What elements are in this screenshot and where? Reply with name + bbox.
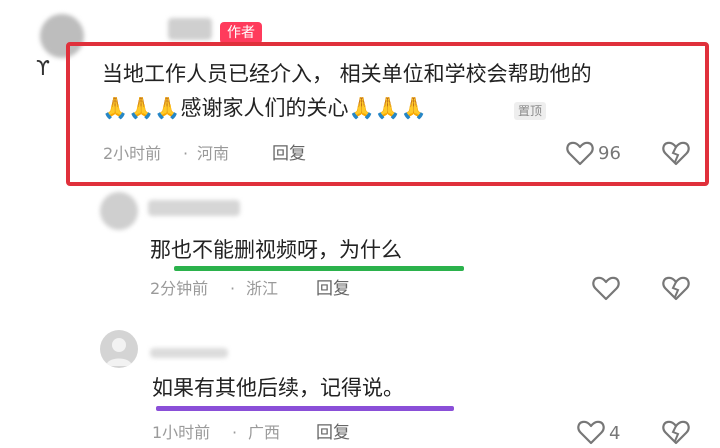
comment-text: 如果有其他后续，记得说。 [152, 376, 404, 400]
green-underline [174, 266, 464, 271]
meta-separator: · [230, 279, 236, 298]
like-count: 96 [598, 143, 621, 164]
comment-time: 2小时前 [103, 144, 162, 163]
reply-button[interactable]: 回复 [316, 278, 350, 300]
comment-location: 河南 [197, 144, 230, 163]
heart-icon[interactable] [577, 419, 605, 445]
avatar[interactable] [100, 192, 138, 230]
comment-time: 2分钟前 [150, 279, 209, 298]
scribble-mark: ϒ [36, 56, 50, 80]
pinned-badge: 置顶 [514, 102, 547, 120]
dislike-icon[interactable] [662, 275, 690, 301]
heart-icon[interactable] [592, 275, 620, 301]
heart-icon[interactable] [566, 140, 594, 166]
comment-text: 那也不能删视频呀，为什么 [150, 238, 402, 262]
comment-text-line2: 🙏🙏🙏感谢家人们的关心🙏🙏🙏 [102, 92, 427, 124]
reply-button[interactable]: 回复 [316, 422, 350, 444]
dislike-icon[interactable] [662, 140, 690, 166]
pray-emoji: 🙏🙏🙏 [102, 96, 181, 120]
like-count: 4 [609, 423, 621, 444]
reply-button[interactable]: 回复 [272, 143, 306, 165]
comment-text-main: 感谢家人们的关心 [180, 96, 349, 120]
meta-separator: · [183, 144, 189, 163]
commenter-name[interactable] [150, 348, 228, 358]
purple-underline [156, 406, 454, 411]
comment-time: 1小时前 [152, 423, 211, 442]
comment-location: 广西 [248, 423, 281, 442]
meta-separator: · [232, 423, 238, 442]
avatar[interactable] [100, 330, 138, 368]
comment-text: 当地工作人员已经介入， 相关单位和学校会帮助他的 [102, 62, 592, 86]
comment-location: 浙江 [246, 279, 279, 298]
commenter-name[interactable] [148, 200, 240, 216]
pray-emoji: 🙏🙏🙏 [348, 96, 427, 120]
dislike-icon[interactable] [662, 419, 690, 445]
author-badge: 作者 [220, 22, 262, 44]
author-name[interactable] [168, 18, 212, 40]
